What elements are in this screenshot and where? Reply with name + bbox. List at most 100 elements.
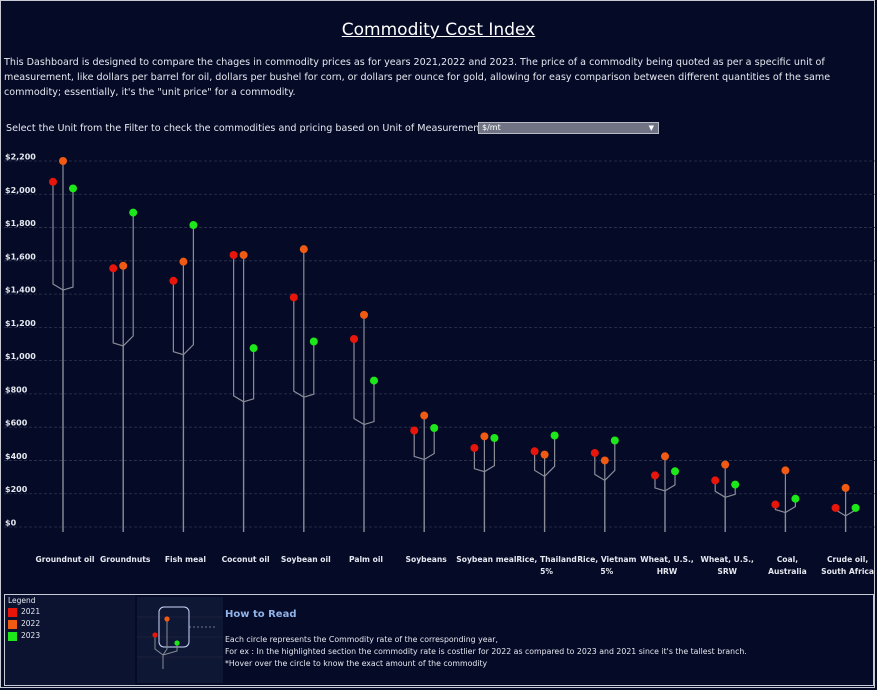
data-point-2021[interactable] <box>831 503 840 512</box>
legend-swatch <box>8 619 17 629</box>
data-point-2023[interactable] <box>129 208 138 217</box>
x-tick-label: Wheat, U.S., <box>700 555 754 564</box>
x-tick-label: Fish meal <box>165 555 206 564</box>
x-tick-label: Rice, Thailand <box>516 555 577 564</box>
x-tick-label: HRW <box>657 567 678 576</box>
how-to-read-line: For ex : In the highlighted section the … <box>225 647 747 656</box>
branch-stem-2023 <box>182 225 194 356</box>
y-tick-label: $1,200 <box>5 319 36 328</box>
data-point-2022[interactable] <box>540 450 549 459</box>
data-point-2023[interactable] <box>69 184 77 193</box>
legend-item-2023[interactable]: 2023 <box>8 631 40 641</box>
x-tick-label: Rice, Vietnam <box>577 555 636 564</box>
unit-filter-dropdown[interactable]: $/mt ▼ <box>478 122 659 134</box>
data-point-2021[interactable] <box>470 443 479 452</box>
data-point-2022[interactable] <box>420 411 429 420</box>
data-point-2022[interactable] <box>119 261 128 270</box>
y-tick-label: $1,600 <box>5 252 36 261</box>
data-point-2022[interactable] <box>480 432 489 441</box>
branch-stem-2021 <box>172 280 184 356</box>
data-point-2023[interactable] <box>731 480 740 489</box>
branch-stem-2021 <box>353 339 365 426</box>
x-tick-label: SRW <box>717 567 737 576</box>
data-point-2021[interactable] <box>590 448 599 457</box>
legend: Legend 2021 2022 2023 <box>5 595 135 685</box>
x-tick-label: Soybeans <box>406 555 448 564</box>
commodity-branch-chart: $0 $200 $400 $600 $800 $1,000 $1,200 $1,400 $1,6… <box>4 153 875 576</box>
x-tick-label: 5% <box>600 567 613 576</box>
data-point-2021[interactable] <box>109 264 118 273</box>
branch-stem-2023 <box>423 428 435 460</box>
x-tick-label: Coconut oil <box>222 555 270 564</box>
data-point-2021[interactable] <box>169 276 178 285</box>
data-point-2021[interactable] <box>229 250 238 259</box>
x-tick-label: Australia <box>768 567 807 576</box>
page-title: Commodity Cost Index <box>341 20 536 40</box>
branch-stem-2021 <box>233 254 244 403</box>
x-tick-label: Soybean meal <box>456 555 516 564</box>
data-point-2023[interactable] <box>851 503 860 512</box>
y-tick-label: $1,800 <box>5 219 36 228</box>
data-point-2021[interactable] <box>530 447 539 456</box>
data-point-2022[interactable] <box>179 257 188 266</box>
legend-label: 2023 <box>21 631 41 640</box>
data-point-2021[interactable] <box>410 426 419 435</box>
data-point-2022[interactable] <box>360 310 368 319</box>
data-point-2023[interactable] <box>791 494 800 503</box>
legend-swatch <box>8 631 17 641</box>
branch-stem-2023 <box>363 380 375 426</box>
data-point-2021[interactable] <box>711 476 720 485</box>
legend-item-2022[interactable]: 2022 <box>8 619 40 629</box>
data-point-2023[interactable] <box>671 467 679 476</box>
data-point-2023[interactable] <box>550 431 559 440</box>
data-point-2023[interactable] <box>370 376 378 385</box>
branch-stem-2021 <box>52 181 64 291</box>
data-point-2022[interactable] <box>299 245 308 254</box>
unit-filter-value: $/mt <box>482 123 501 132</box>
x-tick-label: Wheat, U.S., <box>640 555 694 564</box>
branches <box>52 161 857 532</box>
legend-label: 2021 <box>21 607 41 616</box>
data-point-2021[interactable] <box>350 335 358 344</box>
data-point-2021[interactable] <box>289 293 298 302</box>
branch-stem-2021 <box>112 268 124 347</box>
data-points <box>49 157 860 512</box>
y-tick-label: $1,400 <box>5 286 36 295</box>
branch-stem-2023 <box>484 437 495 473</box>
data-point-2022[interactable] <box>661 452 669 461</box>
data-point-2023[interactable] <box>430 424 439 433</box>
x-tick-label: 5% <box>540 567 553 576</box>
how-to-read-line: Each circle represents the Commodity rat… <box>225 635 498 644</box>
x-tick-label: Palm oil <box>349 555 383 564</box>
how-to-read-title: How to Read <box>225 609 297 620</box>
y-tick-label: $0 <box>5 519 17 528</box>
data-point-2023[interactable] <box>249 344 258 353</box>
data-point-2023[interactable] <box>309 337 318 346</box>
x-tick-label: Soybean oil <box>281 555 331 564</box>
x-tick-label: Coal, <box>777 555 799 564</box>
y-tick-label: $2,200 <box>5 153 36 162</box>
data-point-2022[interactable] <box>239 250 248 259</box>
data-point-2023[interactable] <box>610 436 619 445</box>
x-tick-label: Groundnut oil <box>36 555 95 564</box>
data-point-2021[interactable] <box>771 500 780 509</box>
chevron-down-icon[interactable]: ▼ <box>649 123 654 133</box>
x-axis-labels: Groundnut oil Groundnuts Fish meal Coconut … <box>36 555 875 576</box>
data-point-2022[interactable] <box>721 460 730 469</box>
branch-stem-2021 <box>293 297 305 398</box>
data-point-2022[interactable] <box>781 466 790 475</box>
data-point-2023[interactable] <box>189 221 198 230</box>
y-tick-label: $2,000 <box>5 186 36 195</box>
data-point-2023[interactable] <box>490 433 499 442</box>
x-tick-label: Groundnuts <box>100 555 151 564</box>
legend-swatch <box>8 607 17 617</box>
filter-label: Select the Unit from the Filter to check… <box>6 123 484 134</box>
data-point-2021[interactable] <box>651 471 659 480</box>
data-point-2021[interactable] <box>49 177 57 186</box>
branch-stem-2023 <box>122 212 134 347</box>
legend-item-2021[interactable]: 2021 <box>8 607 40 617</box>
data-point-2022[interactable] <box>600 456 609 465</box>
data-point-2022[interactable] <box>841 483 850 492</box>
data-point-2022[interactable] <box>59 157 67 165</box>
legend-title: Legend <box>8 596 36 605</box>
